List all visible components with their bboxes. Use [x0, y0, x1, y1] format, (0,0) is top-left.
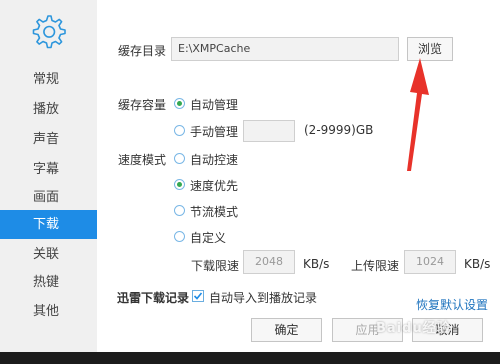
speed-throttle-label: 节流模式	[190, 205, 239, 219]
annotation-arrow-icon	[407, 58, 429, 171]
cache-auto-label: 自动管理	[190, 98, 239, 112]
speed-custom-label: 自定义	[190, 231, 227, 245]
sidebar-item-audio[interactable]: 声音	[0, 125, 97, 154]
speed-mode-label: 速度模式	[118, 153, 167, 167]
sidebar-item-association[interactable]: 关联	[0, 240, 97, 269]
cache-manual-radio[interactable]	[174, 125, 185, 136]
sidebar-item-playback[interactable]: 播放	[0, 95, 97, 124]
watermark: Baidu经验	[376, 321, 451, 336]
sidebar-item-download[interactable]: 下载	[0, 210, 97, 239]
speed-auto-radio[interactable]	[174, 153, 185, 164]
thunder-record-label: 迅雷下载记录	[117, 291, 190, 305]
cache-dir-input[interactable]: E:\XMPCache	[171, 37, 399, 61]
sidebar-item-general[interactable]: 常规	[0, 65, 97, 94]
upload-limit-input[interactable]: 1024	[404, 250, 456, 274]
thunder-import-label: 自动导入到播放记录	[209, 291, 318, 305]
settings-window: 常规 播放 声音 字幕 画面 下载 关联 热键 其他 缓存目录 E:\XMPCa…	[0, 0, 500, 352]
checkmark-icon	[193, 292, 203, 300]
speed-priority-radio[interactable]	[174, 179, 185, 190]
cache-dir-label: 缓存目录	[118, 44, 167, 58]
speed-throttle-radio[interactable]	[174, 205, 185, 216]
cache-auto-radio[interactable]	[174, 98, 185, 109]
restore-defaults-link[interactable]: 恢复默认设置	[416, 296, 488, 313]
cache-manual-label: 手动管理	[190, 125, 239, 139]
download-limit-label: 下载限速	[191, 259, 240, 273]
cache-range-label: (2-9999)GB	[304, 123, 374, 137]
cache-size-label: 缓存容量	[118, 98, 167, 112]
upload-unit-label: KB/s	[464, 257, 491, 271]
cache-size-input[interactable]	[243, 120, 295, 142]
speed-custom-radio[interactable]	[174, 231, 185, 242]
gear-icon	[32, 15, 66, 49]
sidebar-item-video[interactable]: 画面	[0, 183, 97, 212]
download-limit-input[interactable]: 2048	[243, 250, 295, 274]
sidebar-item-hotkeys[interactable]: 热键	[0, 268, 97, 297]
thunder-import-checkbox[interactable]	[192, 290, 204, 302]
sidebar: 常规 播放 声音 字幕 画面 下载 关联 热键 其他	[0, 0, 97, 352]
speed-auto-label: 自动控速	[190, 153, 239, 167]
sidebar-item-other[interactable]: 其他	[0, 297, 97, 326]
upload-limit-label: 上传限速	[351, 259, 400, 273]
sidebar-item-subtitle[interactable]: 字幕	[0, 155, 97, 184]
ok-button[interactable]: 确定	[251, 318, 322, 342]
download-unit-label: KB/s	[303, 257, 330, 271]
speed-priority-label: 速度优先	[190, 179, 239, 193]
